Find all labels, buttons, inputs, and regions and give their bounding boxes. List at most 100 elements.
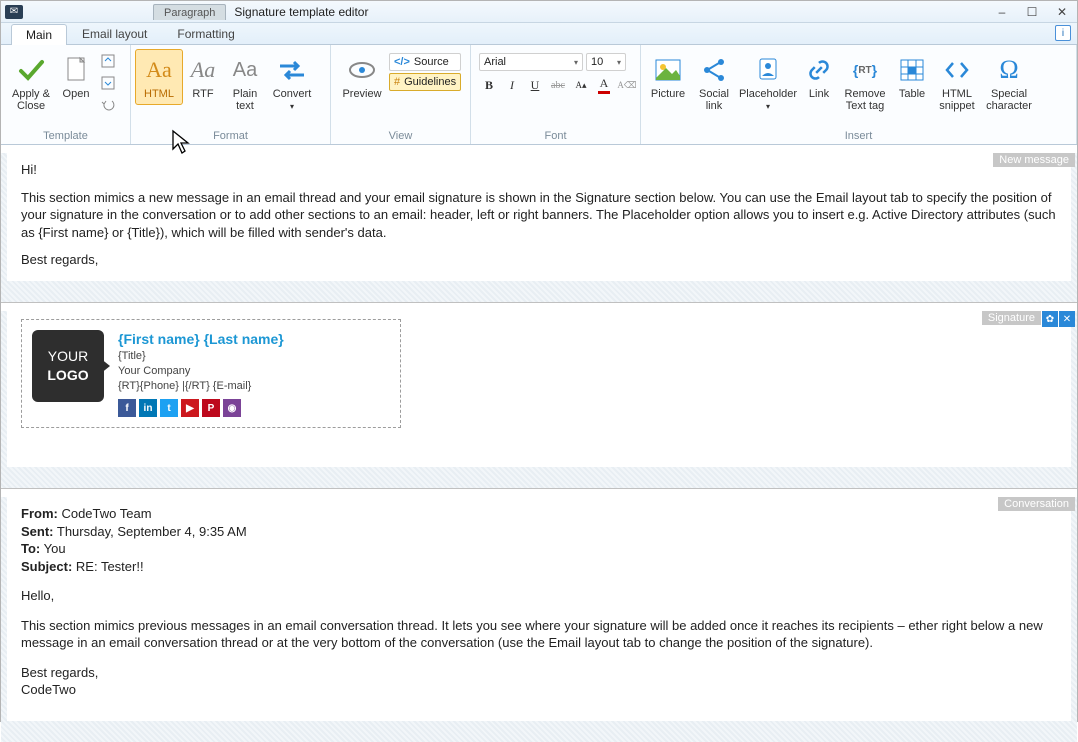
twitter-icon[interactable]: t — [160, 399, 178, 417]
font-family-select[interactable]: Arial▾ — [479, 53, 583, 71]
revert-icon[interactable] — [97, 95, 119, 115]
youtube-icon[interactable]: ▶ — [181, 399, 199, 417]
to-value: You — [40, 541, 65, 556]
share-icon — [698, 54, 730, 86]
check-icon — [15, 54, 47, 86]
context-tab-paragraph[interactable]: Paragraph — [153, 4, 226, 20]
template-small-buttons — [95, 49, 121, 117]
signature-phone: {RT}{Phone} |{/RT} {E-mail} — [118, 379, 284, 394]
signature-name: {First name} {Last name} — [118, 330, 284, 349]
link-icon — [803, 54, 835, 86]
open-button[interactable]: Open — [57, 49, 95, 105]
signoff-text: Best regards, — [21, 251, 1057, 269]
info-icon[interactable]: i — [1055, 25, 1071, 41]
rtf-format-button[interactable]: Aa RTF — [183, 49, 223, 105]
remove-tag-icon: {RT} — [849, 54, 881, 86]
italic-button[interactable]: I — [502, 75, 522, 95]
tab-formatting[interactable]: Formatting — [162, 23, 249, 44]
instagram-icon[interactable]: ◉ — [223, 399, 241, 417]
insert-table-button[interactable]: Table — [891, 49, 933, 105]
logo-placeholder[interactable]: YOUR LOGO — [32, 330, 104, 402]
guidelines-toggle[interactable]: #Guidelines — [389, 73, 461, 91]
omega-icon: Ω — [993, 54, 1025, 86]
signature-card[interactable]: YOUR LOGO {First name} {Last name} {Titl… — [21, 319, 401, 428]
section-label-conversation: Conversation — [998, 497, 1075, 511]
preview-button[interactable]: Preview — [335, 49, 389, 105]
tab-email-layout[interactable]: Email layout — [67, 23, 162, 44]
group-label-view: View — [335, 130, 466, 144]
signature-company: Your Company — [118, 364, 284, 379]
remove-text-tag-button[interactable]: {RT} Remove Text tag — [839, 49, 891, 117]
font-color-button[interactable]: A — [594, 75, 614, 95]
conversation-body[interactable]: From: CodeTwo Team Sent: Thursday, Septe… — [7, 497, 1071, 721]
signature-section: Signature ✿ ✕ YOUR LOGO {First name} {La… — [1, 311, 1077, 489]
strike-button[interactable]: abc — [548, 75, 568, 95]
group-label-template: Template — [5, 130, 126, 144]
conversation-section: Conversation From: CodeTwo Team Sent: Th… — [1, 497, 1077, 742]
rtf-icon: Aa — [187, 54, 219, 86]
placeholder-icon — [752, 54, 784, 86]
picture-icon — [652, 54, 684, 86]
plaintext-icon: Aa — [229, 54, 261, 86]
new-message-body[interactable]: Hi! This section mimics a new message in… — [7, 153, 1071, 281]
facebook-icon[interactable]: f — [118, 399, 136, 417]
greeting-text: Hi! — [21, 161, 1057, 179]
signature-settings-icon[interactable]: ✿ — [1042, 311, 1058, 327]
import-icon[interactable] — [97, 51, 119, 71]
group-label-insert: Insert — [645, 130, 1072, 144]
logo-text-top: YOUR — [48, 347, 88, 366]
body-text: This section mimics a new message in an … — [21, 189, 1057, 242]
insert-placeholder-button[interactable]: Placeholder▾ — [737, 49, 799, 117]
html-format-button[interactable]: Aa HTML — [135, 49, 183, 105]
clear-format-button[interactable]: A⌫ — [617, 75, 637, 95]
window-title: Signature template editor — [234, 5, 368, 19]
apply-close-button[interactable]: Apply & Close — [5, 49, 57, 117]
plaintext-format-button[interactable]: Aa Plain text — [223, 49, 267, 117]
conv-sign1: Best regards, — [21, 664, 1057, 682]
tab-main[interactable]: Main — [11, 24, 67, 45]
social-icons: f in t ▶ P ◉ — [118, 399, 284, 417]
minimize-button[interactable]: – — [987, 2, 1017, 22]
ribbon-tabs: Main Email layout Formatting i — [1, 23, 1077, 45]
close-button[interactable]: ✕ — [1047, 2, 1077, 22]
code-icon — [941, 54, 973, 86]
window-titlebar: ✉ Paragraph Signature template editor – … — [1, 1, 1077, 23]
subject-value: RE: Tester!! — [72, 559, 143, 574]
font-size-select[interactable]: 10▾ — [586, 53, 626, 71]
group-label-format: Format — [135, 130, 326, 144]
maximize-button[interactable]: ☐ — [1017, 2, 1047, 22]
special-char-button[interactable]: Ω Special character — [981, 49, 1037, 117]
conv-hello: Hello, — [21, 587, 1057, 605]
pinterest-icon[interactable]: P — [202, 399, 220, 417]
signature-body[interactable]: YOUR LOGO {First name} {Last name} {Titl… — [7, 311, 1071, 467]
ribbon: Apply & Close Open Template Aa HTML — [1, 45, 1077, 145]
conv-sign2: CodeTwo — [21, 681, 1057, 699]
linkedin-icon[interactable]: in — [139, 399, 157, 417]
subject-label: Subject: — [21, 559, 72, 574]
logo-text-bottom: LOGO — [47, 366, 88, 385]
convert-icon — [276, 54, 308, 86]
html-icon: Aa — [143, 54, 175, 86]
to-label: To: — [21, 541, 40, 556]
new-message-section: New message Hi! This section mimics a ne… — [1, 153, 1077, 303]
insert-link-button[interactable]: Link — [799, 49, 839, 105]
signature-close-icon[interactable]: ✕ — [1059, 311, 1075, 327]
source-toggle[interactable]: </>Source — [389, 53, 461, 71]
underline-button[interactable]: U — [525, 75, 545, 95]
bold-button[interactable]: B — [479, 75, 499, 95]
from-value: CodeTwo Team — [58, 506, 152, 521]
document-icon — [60, 54, 92, 86]
convert-button[interactable]: Convert ▾ — [267, 49, 317, 117]
html-snippet-button[interactable]: HTML snippet — [933, 49, 981, 117]
insert-social-button[interactable]: Social link — [691, 49, 737, 117]
table-icon — [896, 54, 928, 86]
section-label-signature: Signature — [982, 311, 1041, 325]
sent-value: Thursday, September 4, 9:35 AM — [54, 524, 247, 539]
export-icon[interactable] — [97, 73, 119, 93]
group-label-font: Font — [475, 130, 636, 144]
app-icon: ✉ — [5, 5, 23, 19]
from-label: From: — [21, 506, 58, 521]
conv-body: This section mimics previous messages in… — [21, 617, 1057, 652]
grow-font-button[interactable]: A▴ — [571, 75, 591, 95]
insert-picture-button[interactable]: Picture — [645, 49, 691, 105]
